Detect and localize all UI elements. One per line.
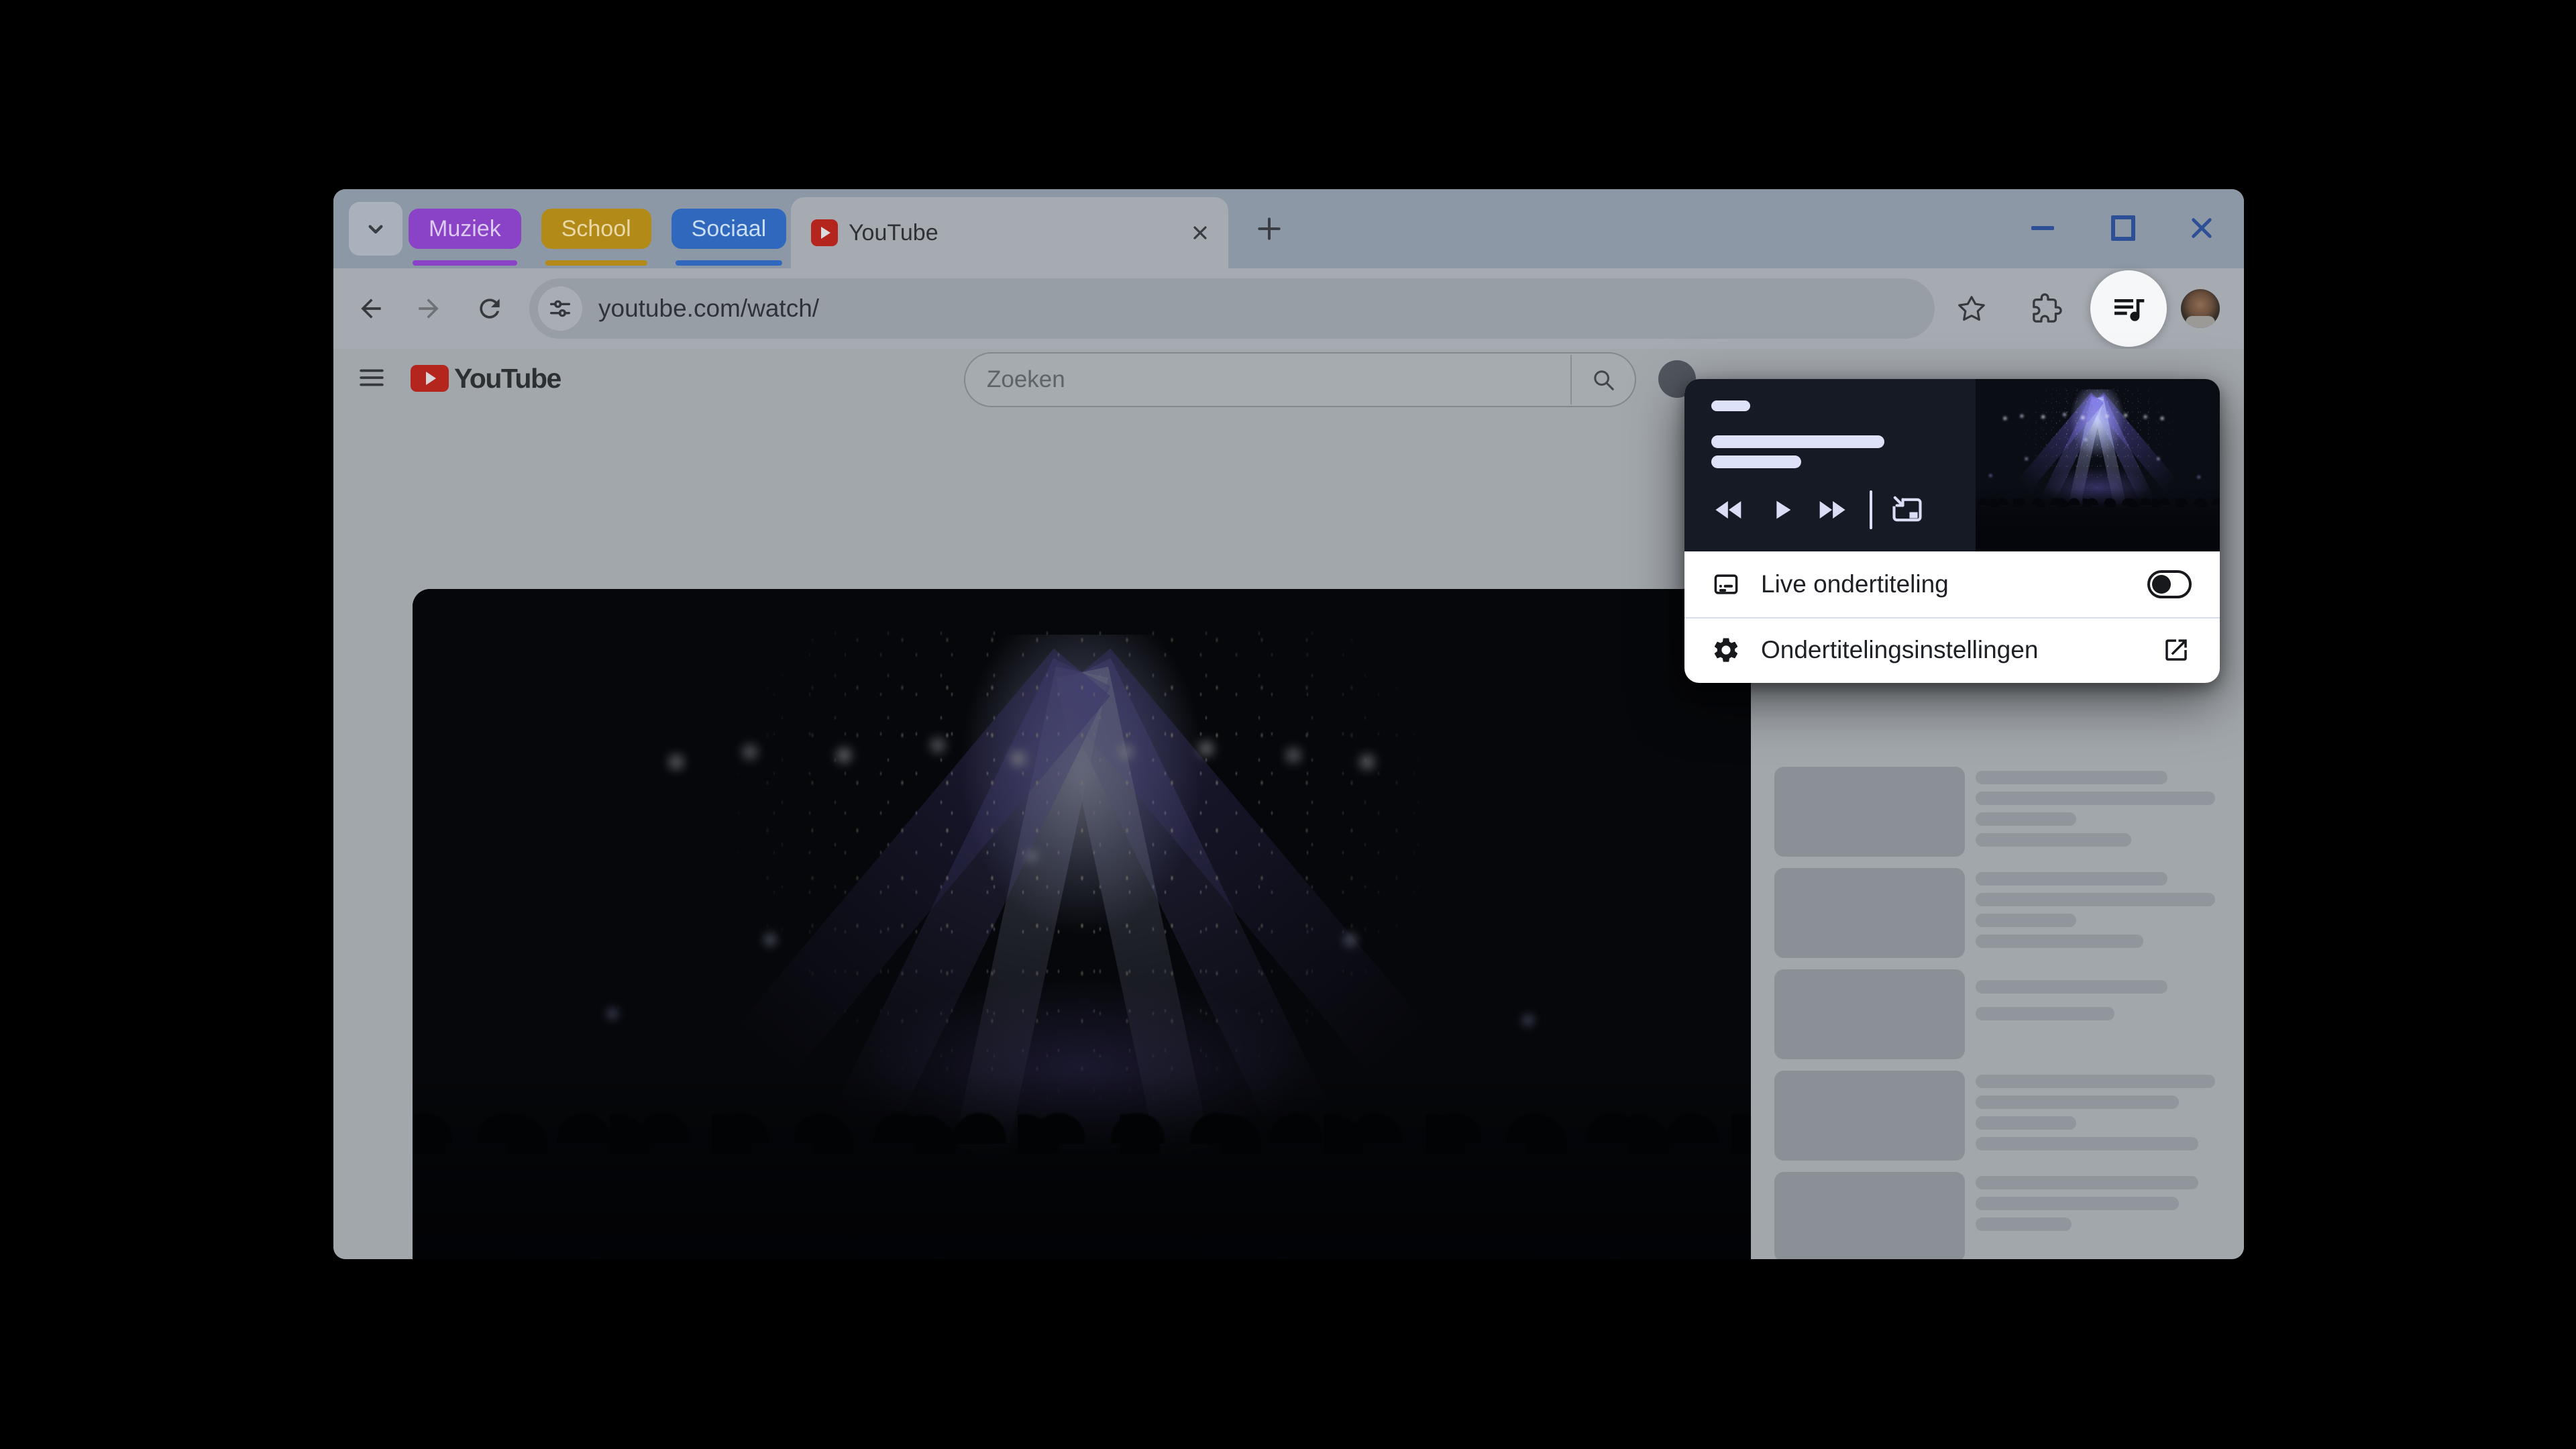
skeleton-text-line	[1976, 893, 2215, 906]
address-bar[interactable]	[529, 278, 1935, 339]
tab-group-sociaal[interactable]: Sociaal	[671, 189, 787, 268]
close-icon	[2188, 214, 2216, 242]
tab-groups: Muziek School Sociaal	[409, 189, 787, 268]
window-close-button[interactable]	[2190, 216, 2214, 240]
skeleton-text-line	[1976, 1137, 2198, 1150]
chevron-down-icon	[362, 215, 389, 242]
open-in-new-icon	[2162, 636, 2190, 664]
skeleton-text-line	[1976, 833, 2131, 847]
skeleton-text-line	[1976, 1075, 2215, 1088]
tab-group-chip[interactable]: Sociaal	[671, 209, 787, 249]
desktop: Muziek School Sociaal YouTube youtube.co…	[0, 0, 2576, 1449]
site-settings-icon[interactable]	[538, 286, 582, 331]
browser-toolbar	[333, 268, 2244, 349]
tab-group-underline	[413, 260, 517, 266]
picture-in-picture-button[interactable]	[1888, 493, 1926, 527]
caption-settings-row[interactable]: Ondertitelingsinstellingen	[1684, 617, 2220, 683]
media-popup-header	[1684, 379, 2220, 551]
profile-avatar[interactable]	[2181, 289, 2220, 328]
skeleton-text-line	[1976, 1116, 2076, 1130]
tab-title: YouTube	[849, 219, 938, 246]
media-source-skeleton	[1711, 400, 1750, 411]
tab-group-chip[interactable]: School	[541, 209, 651, 249]
browser-window: Muziek School Sociaal YouTube youtube.co…	[333, 189, 2244, 1259]
window-minimize-button[interactable]	[2031, 216, 2055, 240]
skeleton-text-line	[1976, 771, 2167, 784]
media-artist-skeleton	[1711, 455, 1801, 468]
skeleton-text-line	[1976, 1218, 2072, 1231]
maximize-icon	[2111, 215, 2135, 241]
tab-group-underline	[675, 260, 783, 266]
reload-button[interactable]	[468, 287, 511, 330]
live-caption-row[interactable]: Live ondertiteling	[1684, 551, 2220, 617]
hamburger-menu-button[interactable]	[358, 364, 386, 392]
youtube-favicon-icon	[811, 219, 838, 246]
skeleton-thumbnail	[1774, 767, 1965, 857]
related-video-skeleton[interactable]	[1774, 1172, 2215, 1259]
tab-group-chip[interactable]: Muziek	[409, 209, 521, 249]
bookmark-star-button[interactable]	[1950, 287, 1993, 330]
related-video-skeleton[interactable]	[1774, 767, 2215, 857]
previous-track-button[interactable]	[1711, 494, 1748, 525]
skeleton-text-line	[1976, 792, 2215, 805]
youtube-wordmark[interactable]: YouTube	[454, 363, 561, 394]
tab-close-button[interactable]	[1188, 221, 1212, 245]
skeleton-text-line	[1976, 1197, 2179, 1210]
skeleton-text-line	[1976, 1007, 2114, 1020]
live-caption-icon	[1711, 569, 1741, 600]
skeleton-text-line	[1976, 812, 2076, 826]
tab-strip: Muziek School Sociaal YouTube	[333, 189, 2244, 268]
skeleton-thumbnail	[1774, 1172, 1965, 1259]
tab-search-button[interactable]	[349, 202, 402, 256]
gear-icon	[1711, 635, 1741, 665]
related-video-skeleton[interactable]	[1774, 868, 2215, 958]
related-video-skeleton[interactable]	[1774, 969, 2215, 1059]
media-thumbnail	[1976, 379, 2220, 551]
skeleton-text-line	[1976, 1176, 2198, 1189]
video-frame	[413, 589, 1751, 1259]
live-caption-label: Live ondertiteling	[1761, 570, 1949, 598]
skeleton-text-line	[1976, 934, 2143, 948]
next-track-button[interactable]	[1813, 494, 1849, 525]
skeleton-text-line	[1976, 872, 2167, 885]
skeleton-text-line	[1976, 914, 2076, 927]
controls-divider	[1870, 490, 1872, 529]
search-input[interactable]	[985, 366, 1570, 394]
new-tab-button[interactable]	[1247, 207, 1291, 251]
window-maximize-button[interactable]	[2111, 215, 2135, 241]
url-input[interactable]	[597, 294, 1935, 323]
skeleton-text-line	[1976, 980, 2167, 994]
search-button[interactable]	[1572, 355, 1635, 405]
extensions-button[interactable]	[2025, 287, 2068, 330]
search-icon	[1591, 367, 1616, 392]
back-button[interactable]	[350, 287, 392, 330]
search-box[interactable]	[964, 352, 1636, 407]
live-caption-toggle[interactable]	[2147, 570, 2192, 598]
caption-settings-label: Ondertitelingsinstellingen	[1761, 636, 2039, 663]
play-button[interactable]	[1765, 494, 1799, 525]
queue-music-icon	[2110, 290, 2147, 327]
skeleton-text-line	[1976, 1095, 2179, 1109]
media-controls-button[interactable]	[2090, 270, 2167, 347]
skeleton-thumbnail	[1774, 868, 1965, 958]
tab-youtube[interactable]: YouTube	[791, 197, 1228, 268]
toggle-knob	[2152, 575, 2171, 594]
forward-button[interactable]	[407, 287, 450, 330]
tab-group-muziek[interactable]: Muziek	[409, 189, 521, 268]
skeleton-thumbnail	[1774, 969, 1965, 1059]
media-controls-popup: Live ondertiteling Ondertitelingsinstell…	[1684, 379, 2220, 683]
related-video-skeleton[interactable]	[1774, 1071, 2215, 1161]
youtube-logo-icon[interactable]	[411, 365, 449, 392]
media-title-skeleton	[1711, 435, 1884, 448]
tab-group-school[interactable]: School	[541, 189, 651, 268]
skeleton-thumbnail	[1774, 1071, 1965, 1161]
minimize-icon	[2031, 226, 2054, 230]
tab-group-underline	[545, 260, 647, 266]
video-player[interactable]: Afspelen op Tv in woonkamer	[413, 589, 1751, 1259]
